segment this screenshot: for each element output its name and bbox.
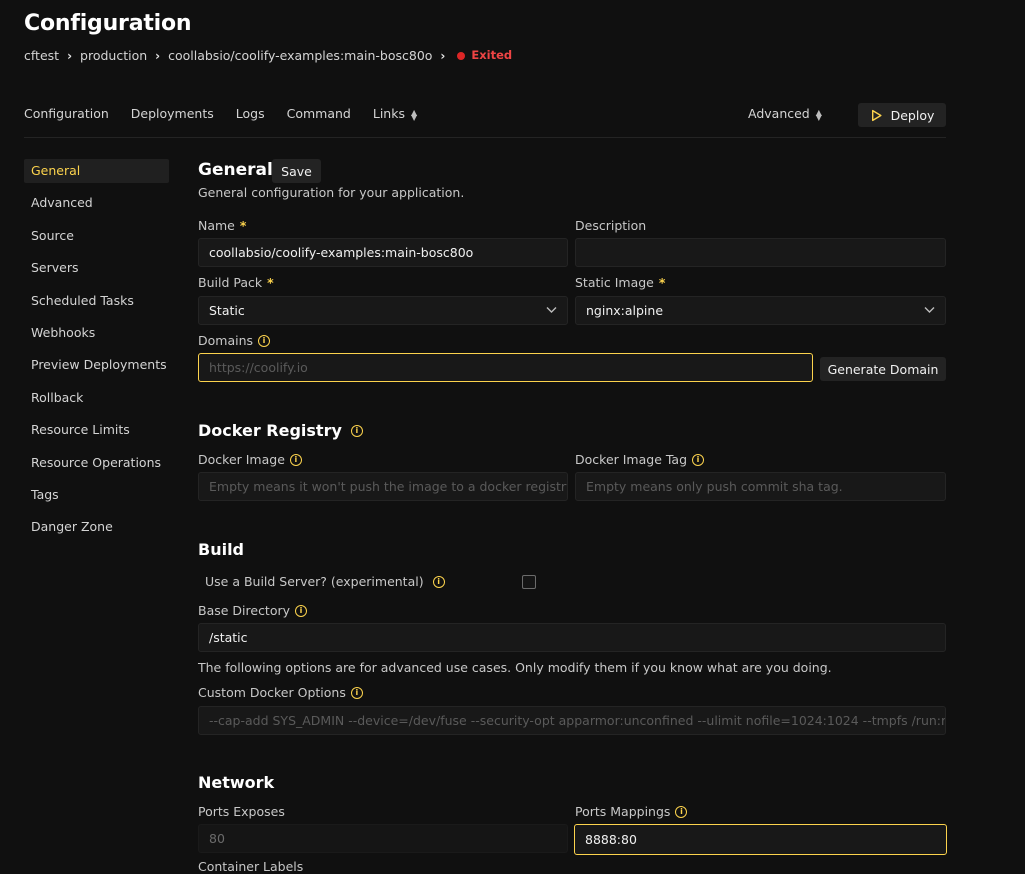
build-server-label: Use a Build Server? (experimental) i [205,574,445,589]
network-heading: Network [198,773,275,792]
chevron-right-icon: › [155,48,161,63]
chevron-updown-icon: ▲ ▼ [410,107,418,122]
sidebar-item-resource-limits[interactable]: Resource Limits [24,418,169,442]
docker-image-label-text: Docker Image [198,452,285,467]
name-input[interactable]: coollabsio/coolify-examples:main-bosc80o [198,238,568,267]
sidebar-item-servers[interactable]: Servers [24,256,169,280]
static-image-value: nginx:alpine [586,303,664,318]
sidebar-item-webhooks[interactable]: Webhooks [24,321,169,345]
general-heading: General [198,160,273,180]
docker-image-tag-label-text: Docker Image Tag [575,452,688,467]
ports-mappings-label: Ports Mappings i [575,804,688,819]
sidebar-item-general[interactable]: General [24,159,169,183]
sidebar-item-danger-zone[interactable]: Danger Zone [24,515,169,539]
build-server-checkbox[interactable] [522,575,536,589]
required-marker: * [267,275,274,290]
sidebar-item-advanced[interactable]: Advanced [24,191,169,215]
tab-deployments[interactable]: Deployments [131,106,214,121]
sidebar-item-preview-deployments[interactable]: Preview Deployments [24,353,169,377]
ports-mappings-label-text: Ports Mappings [575,804,671,819]
general-subtitle: General configuration for your applicati… [198,185,465,200]
name-label-text: Name [198,218,235,233]
generate-domain-button[interactable]: Generate Domain [820,357,946,381]
docker-registry-title: Docker Registry [198,421,342,440]
description-label: Description [575,218,647,233]
build-pack-label-text: Build Pack [198,275,263,290]
static-image-label-text: Static Image [575,275,654,290]
required-marker: * [658,275,666,290]
ports-exposes-label: Ports Exposes [198,804,285,819]
info-icon[interactable]: i [350,424,363,437]
ports-exposes-input[interactable]: 80 [198,824,568,853]
info-icon[interactable]: i [350,686,363,699]
docker-image-input[interactable]: Empty means it won't push the image to a… [198,472,568,501]
info-icon[interactable]: i [692,453,705,466]
docker-image-label: Docker Image i [198,452,302,467]
tab-configuration[interactable]: Configuration [24,106,109,121]
sidebar-item-tags[interactable]: Tags [24,483,169,507]
advanced-label: Advanced [748,106,810,121]
build-pack-label: Build Pack * [198,275,274,290]
info-icon[interactable]: i [675,805,688,818]
static-image-label: Static Image * [575,275,665,290]
chevron-updown-icon: ▲ ▼ [815,107,822,122]
chevron-down-icon [546,307,557,313]
domains-label: Domains i [198,333,271,348]
sidebar-item-rollback[interactable]: Rollback [24,386,169,410]
custom-docker-options-label: Custom Docker Options i [198,685,363,700]
base-directory-input[interactable]: /static [198,623,946,652]
description-input[interactable] [575,238,946,267]
save-button[interactable]: Save [272,159,321,183]
custom-docker-options-input[interactable]: --cap-add SYS_ADMIN --device=/dev/fuse -… [198,706,946,735]
name-label: Name * [198,218,246,233]
breadcrumb-environment[interactable]: production [80,48,147,63]
domains-label-text: Domains [198,333,254,348]
tab-logs[interactable]: Logs [236,106,265,121]
docker-image-tag-input[interactable]: Empty means only push commit sha tag. [575,472,946,501]
deploy-label: Deploy [890,107,935,123]
info-icon[interactable]: i [432,575,445,588]
page-title: Configuration [24,11,192,36]
docker-image-tag-label: Docker Image Tag i [575,452,705,467]
required-marker: * [239,218,247,233]
info-icon[interactable]: i [289,453,302,466]
status-dot-icon [457,51,466,60]
divider [24,137,946,138]
breadcrumb-project[interactable]: cftest [24,48,59,63]
container-labels-label: Container Labels [198,859,304,874]
chevron-right-icon: › [440,48,446,63]
status-badge: Exited [471,47,513,62]
deploy-button[interactable]: Deploy [858,103,946,127]
base-directory-label: Base Directory i [198,603,308,618]
build-pack-select[interactable]: Static [198,296,568,325]
sidebar-item-source[interactable]: Source [24,224,169,248]
links-dropdown[interactable]: Links ▲ ▼ [373,106,417,121]
play-icon [871,109,882,121]
breadcrumb-application[interactable]: coollabsio/coolify-examples:main-bosc80o [168,48,432,63]
links-label: Links [372,106,405,121]
build-server-label-text: Use a Build Server? (experimental) [205,574,424,589]
docker-registry-heading: Docker Registry i [198,421,363,440]
info-icon[interactable]: i [258,334,271,347]
top-navigation: Configuration Deployments Logs Command L… [24,106,417,121]
domains-input[interactable]: https://coolify.io [198,353,813,382]
base-directory-label-text: Base Directory [198,603,291,618]
build-pack-value: Static [209,303,245,318]
build-heading: Build [198,540,245,559]
tab-command[interactable]: Command [287,106,351,121]
static-image-select[interactable]: nginx:alpine [575,296,946,325]
ports-mappings-input[interactable]: 8888:80 [574,824,947,855]
breadcrumb: cftest › production › coollabsio/coolify… [24,47,513,64]
sidebar-item-scheduled-tasks[interactable]: Scheduled Tasks [24,289,169,313]
custom-docker-options-label-text: Custom Docker Options [198,685,346,700]
chevron-right-icon: › [67,48,73,63]
advanced-options-note: The following options are for advanced u… [198,660,832,675]
advanced-dropdown[interactable]: Advanced ▲ ▼ [748,106,822,121]
chevron-down-icon [924,307,935,313]
sidebar: General Advanced Source Servers Schedule… [24,159,169,548]
info-icon[interactable]: i [295,604,308,617]
sidebar-item-resource-operations[interactable]: Resource Operations [24,451,169,475]
